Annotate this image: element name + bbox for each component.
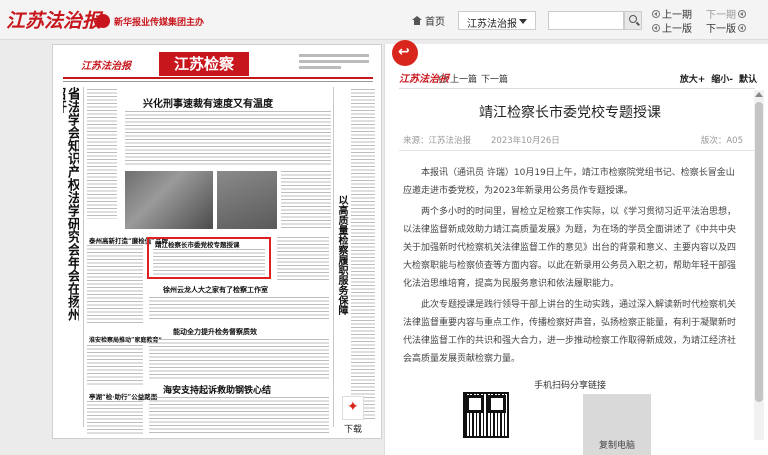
zoom-controls: 放大+ 缩小- 默认	[680, 72, 757, 85]
home-label: 首页	[425, 17, 445, 28]
site-logo[interactable]: 江苏法治报	[6, 6, 101, 33]
np-side-headline[interactable]: 以高质量检察履职服务保障现代化建设	[335, 195, 349, 315]
article-source: 来源：江苏法治报	[403, 136, 472, 146]
scroll-up-icon[interactable]	[755, 92, 763, 97]
publisher-logo: 新华报业传媒集团主办	[96, 14, 204, 28]
publisher-emblem-icon	[96, 14, 110, 28]
article-pane: 江苏法治报 上一篇 下一篇 放大+ 缩小- 默认 靖江检察长市委党校专题授课 来…	[384, 44, 768, 455]
copy-link-label: 复制电脑	[598, 441, 635, 451]
copy-link-button[interactable]: 复制电脑	[583, 394, 651, 455]
zoom-out-button[interactable]: 缩小-	[711, 72, 733, 85]
search-input[interactable]	[548, 11, 624, 30]
np-highlighted-headline[interactable]: 靖江检察长市委党校专题授课	[155, 239, 240, 249]
search-button[interactable]	[624, 11, 642, 30]
np-masthead: 江苏法治报 江苏检察	[63, 51, 373, 79]
prev-page-link[interactable]: 上一版	[652, 20, 692, 35]
article-scrollbar[interactable]	[754, 90, 764, 440]
back-button[interactable]: ↩	[392, 40, 418, 66]
scroll-thumb[interactable]	[755, 102, 763, 402]
next-period-link[interactable]: 下一期	[706, 6, 746, 21]
np-headline-lower[interactable]: 能动全力提升检务督察质效	[173, 327, 257, 337]
home-icon	[412, 16, 422, 25]
publisher-text: 新华报业传媒集团主办	[114, 17, 205, 28]
prev-page-label: 上一版	[662, 24, 692, 35]
article-paragraph: 两个多小时的时间里，冒检立足检察工作实际，以《学习贯彻习近平法治思想，以法律监督…	[403, 207, 737, 289]
return-arrow-icon: ↩	[398, 44, 410, 60]
newspaper-page-image[interactable]: 江苏法治报 江苏检察 省法学会知识产权法学研究会年会在扬州召开 兴化刑事速裁有速…	[52, 44, 382, 439]
paper-select[interactable]: 江苏法治报	[458, 11, 536, 30]
next-page-label: 下一版	[706, 24, 736, 35]
chevron-down-icon	[519, 19, 527, 24]
zoom-reset-button[interactable]: 默认	[739, 72, 757, 85]
paper-select-value: 江苏法治报	[467, 19, 517, 30]
article-paragraph: 此次专题授课是践行领导干部上讲台的生动实践，通过深入解读新时代检察机关法律监督重…	[403, 300, 737, 364]
download-label: 下载	[343, 425, 362, 435]
np-photo[interactable]	[217, 171, 277, 229]
article-paragraph: 本报讯（通讯员 许瑞）10月19日上午，靖江市检察院党组书记、检察长冒金山应邀走…	[403, 168, 735, 196]
next-arrow-icon	[738, 23, 746, 32]
np-logo: 江苏法治报	[81, 61, 131, 72]
article-toolbar: 江苏法治报 上一篇 下一篇 放大+ 缩小- 默认	[385, 68, 768, 88]
article-date: 2023年10月26日	[491, 136, 560, 146]
next-page-link[interactable]: 下一版	[706, 20, 746, 35]
np-vertical-headline[interactable]: 省法学会知识产权法学研究会年会在扬州召开	[63, 87, 79, 323]
prev-arrow-icon	[439, 74, 447, 83]
home-link[interactable]: 首页	[412, 13, 445, 28]
article-title: 靖江检察长市委党校专题授课	[479, 105, 661, 121]
next-period-label: 下一期	[706, 10, 736, 21]
next-article-link[interactable]: 下一篇	[481, 72, 508, 85]
prev-arrow-icon	[652, 23, 660, 32]
prev-article-label: 上一篇	[450, 75, 478, 85]
np-photo[interactable]	[125, 171, 213, 229]
np-headline-bottom[interactable]: 海安支持起诉救助钢铁心结	[163, 383, 271, 396]
download-pdf-button[interactable]: 下载	[340, 396, 366, 436]
np-left-headline[interactable]: 亭湖“检·助行”公益路面	[89, 391, 157, 401]
top-bar: 江苏法治报 新华报业传媒集团主办 首页 江苏法治报 上一期 下一期 上一版 下一…	[0, 0, 768, 40]
np-headline-mid[interactable]: 徐州云龙人大之家有了检察工作室	[163, 285, 268, 295]
article-page: 版次：A05	[700, 136, 743, 146]
share-label: 手机扫码分享链接	[533, 381, 606, 391]
pdf-icon	[342, 396, 364, 420]
np-headline-top[interactable]: 兴化刑事速裁有速度又有温度	[143, 95, 273, 110]
np-issue-info	[299, 54, 369, 72]
np-section-title: 江苏检察	[159, 52, 249, 76]
prev-period-link[interactable]: 上一期	[652, 6, 692, 21]
zoom-in-button[interactable]: 放大+	[680, 72, 706, 85]
prev-arrow-icon	[652, 9, 660, 18]
article-body: 本报讯（通讯员 许瑞）10月19日上午，靖江市检察院党组书记、检察长冒金山应邀走…	[403, 164, 743, 371]
next-arrow-icon	[738, 9, 746, 18]
qr-code	[463, 392, 509, 438]
prev-article-link[interactable]: 上一篇	[439, 72, 477, 85]
prev-period-label: 上一期	[662, 10, 692, 21]
